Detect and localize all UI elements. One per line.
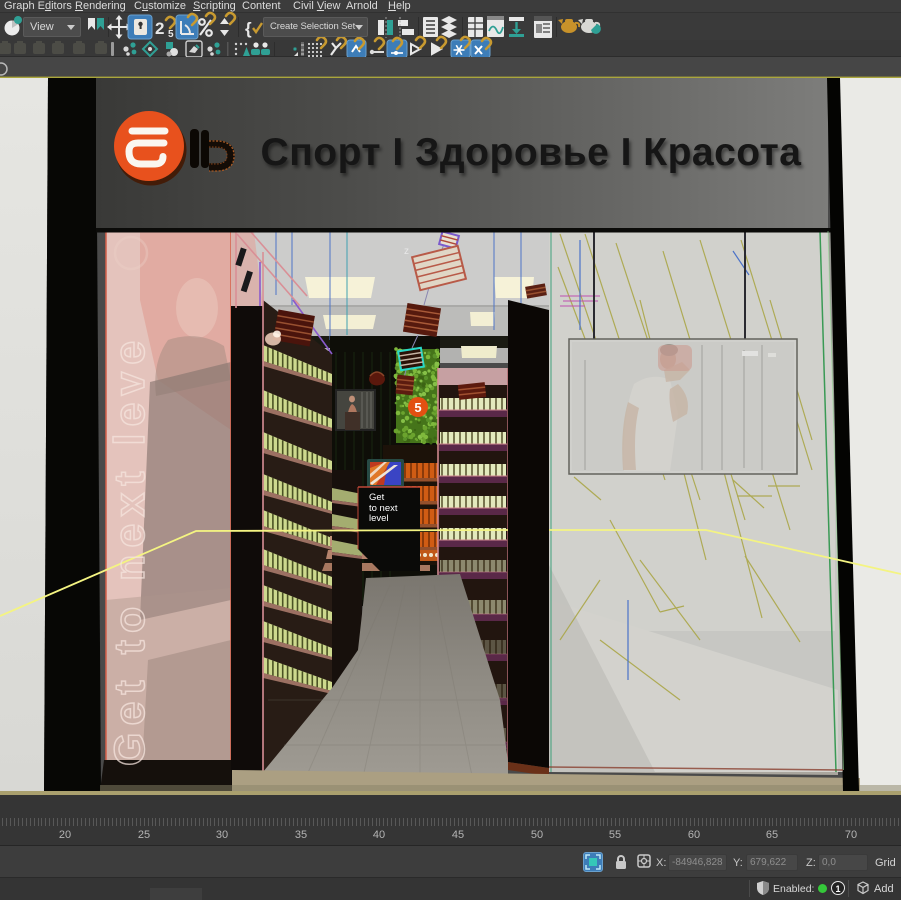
svg-text:5: 5 [414, 400, 421, 415]
svg-text:z: z [404, 246, 409, 257]
